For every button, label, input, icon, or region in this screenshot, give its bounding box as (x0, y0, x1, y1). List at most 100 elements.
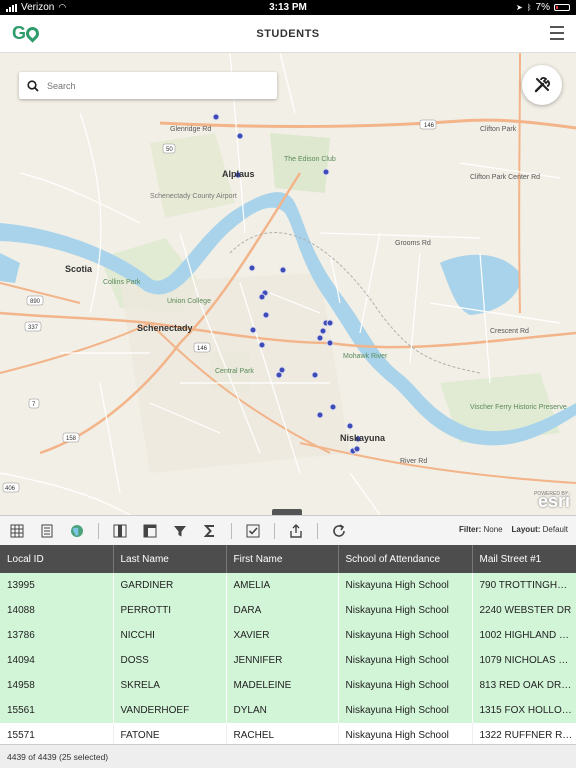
status-time: 3:13 PM (269, 2, 307, 13)
grid-view-icon[interactable] (8, 522, 26, 540)
label-schenectady-airport: Schenectady County Airport (150, 193, 237, 200)
cell-first-name: RACHEL (226, 723, 339, 744)
checkbox-select-icon[interactable] (244, 522, 262, 540)
column-header-school[interactable]: School of Attendance (338, 545, 473, 573)
toolbar-divider (317, 522, 318, 539)
layout-value[interactable]: Default (543, 525, 568, 534)
toolbar-divider (98, 522, 99, 539)
refresh-icon[interactable] (330, 522, 348, 540)
students-grid[interactable]: Local ID Last Name First Name School of … (0, 545, 576, 744)
logo-text: G (12, 23, 26, 43)
toolbar-divider (274, 522, 275, 539)
grid-header-row: Local ID Last Name First Name School of … (0, 545, 576, 573)
label-scotia: Scotia (65, 264, 93, 274)
toolbar-divider (231, 522, 232, 539)
label-crescent-rd: Crescent Rd (490, 328, 529, 335)
label-river-rd: River Rd (400, 458, 427, 465)
table-row[interactable]: 14088 PERROTTI DARA Niskayuna High Schoo… (0, 598, 576, 623)
map-view[interactable]: 146 50 146 890 337 7 158 406 Alplaus The… (0, 53, 576, 515)
label-clifton-park-center: Clifton Park Center Rd (470, 174, 540, 181)
cell-school: Niskayuna High School (338, 573, 473, 598)
sigma-icon[interactable] (201, 522, 219, 540)
filter-layout-info: Filter: None Layout: Default (459, 525, 568, 534)
cell-first-name: MADELEINE (226, 673, 339, 698)
table-row[interactable]: 13995 GARDINER AMELIA Niskayuna High Sch… (0, 573, 576, 598)
cell-first-name: DARA (226, 598, 339, 623)
label-collins-park: Collins Park (103, 279, 141, 286)
hwy-406-shield: 406 (5, 486, 16, 492)
filter-value[interactable]: None (484, 525, 503, 534)
cell-first-name: DYLAN (226, 698, 339, 723)
table-row[interactable]: 15561 VANDERHOEF DYLAN Niskayuna High Sc… (0, 698, 576, 723)
label-mohawk-river: Mohawk River (343, 353, 388, 360)
label-edison-club: The Edison Club (284, 156, 336, 163)
cell-local-id: 14094 (0, 648, 114, 673)
filter-icon[interactable] (171, 522, 189, 540)
page-title: STUDENTS (256, 27, 320, 40)
cell-local-id: 15561 (0, 698, 114, 723)
battery-percent: 7% (535, 2, 550, 13)
cell-last-name: NICCHI (113, 623, 227, 648)
cell-school: Niskayuna High School (338, 673, 473, 698)
cell-local-id: 14958 (0, 673, 114, 698)
grid-toolbar: Filter: None Layout: Default (0, 515, 576, 545)
share-icon[interactable] (287, 522, 305, 540)
cell-last-name: SKRELA (113, 673, 227, 698)
cell-last-name: VANDERHOEF (113, 698, 227, 723)
column-header-first-name[interactable]: First Name (226, 545, 339, 573)
column-header-mail-street[interactable]: Mail Street #1 (472, 545, 576, 573)
hamburger-menu-icon[interactable] (550, 26, 564, 44)
cell-first-name: AMELIA (226, 573, 339, 598)
cell-mail-street: 813 RED OAK DR… (472, 673, 576, 698)
table-row[interactable]: 14958 SKRELA MADELEINE Niskayuna High Sc… (0, 673, 576, 698)
label-union-college: Union College (167, 298, 211, 305)
tools-button[interactable] (522, 65, 562, 105)
signal-icon (6, 3, 17, 12)
cell-mail-street: 1315 FOX HOLLO… (472, 698, 576, 723)
table-row[interactable]: 15571 FATONE RACHEL Niskayuna High Schoo… (0, 723, 576, 744)
filter-label: Filter: (459, 525, 482, 534)
column-header-last-name[interactable]: Last Name (113, 545, 227, 573)
cell-school: Niskayuna High School (338, 598, 473, 623)
esri-logo: esri (537, 491, 570, 511)
search-box[interactable] (19, 72, 277, 99)
label-clifton-park: Clifton Park (480, 126, 517, 133)
battery-icon (554, 4, 570, 11)
go-logo[interactable]: G (12, 23, 42, 44)
carrier-label: Verizon (21, 2, 55, 13)
label-vischer-ferry: Vischer Ferry Historic Preserve (470, 404, 567, 411)
hwy-50-shield: 50 (166, 147, 173, 153)
search-input[interactable] (47, 80, 247, 91)
cell-school: Niskayuna High School (338, 648, 473, 673)
cell-mail-street: 1079 NICHOLAS … (472, 648, 576, 673)
cell-last-name: DOSS (113, 648, 227, 673)
record-count-summary: 4439 of 4439 (25 selected) (7, 751, 109, 762)
status-bar: Verizon ◠ 3:13 PM ➤ ᛒ 7% (0, 0, 576, 15)
grid-footer: 4439 of 4439 (25 selected) (0, 744, 576, 768)
table-row[interactable]: 13786 NICCHI XAVIER Niskayuna High Schoo… (0, 623, 576, 648)
hwy-890-shield: 890 (30, 299, 41, 305)
location-arrow-icon: ➤ (516, 3, 523, 12)
map-canvas[interactable]: 146 50 146 890 337 7 158 406 Alplaus The… (0, 53, 576, 515)
cell-local-id: 15571 (0, 723, 114, 744)
cell-last-name: GARDINER (113, 573, 227, 598)
cell-last-name: FATONE (113, 723, 227, 744)
cell-local-id: 13786 (0, 623, 114, 648)
label-schenectady: Schenectady (137, 323, 193, 333)
table-row[interactable]: 14094 DOSS JENNIFER Niskayuna High Schoo… (0, 648, 576, 673)
freeze-column-icon[interactable] (141, 522, 159, 540)
label-central-park: Central Park (215, 368, 254, 375)
cell-mail-street: 2240 WEBSTER DR (472, 598, 576, 623)
label-glenridge-rd: Glenridge Rd (170, 126, 211, 133)
app-header: G STUDENTS (0, 15, 576, 53)
cell-local-id: 13995 (0, 573, 114, 598)
globe-icon[interactable] (68, 522, 86, 540)
tools-icon (534, 77, 550, 93)
label-niskayuna: Niskayuna (340, 433, 386, 443)
list-view-icon[interactable] (38, 522, 56, 540)
cell-last-name: PERROTTI (113, 598, 227, 623)
cell-school: Niskayuna High School (338, 623, 473, 648)
cell-mail-street: 790 TROTTINGH… (472, 573, 576, 598)
columns-icon[interactable] (111, 522, 129, 540)
column-header-local-id[interactable]: Local ID (0, 545, 114, 573)
